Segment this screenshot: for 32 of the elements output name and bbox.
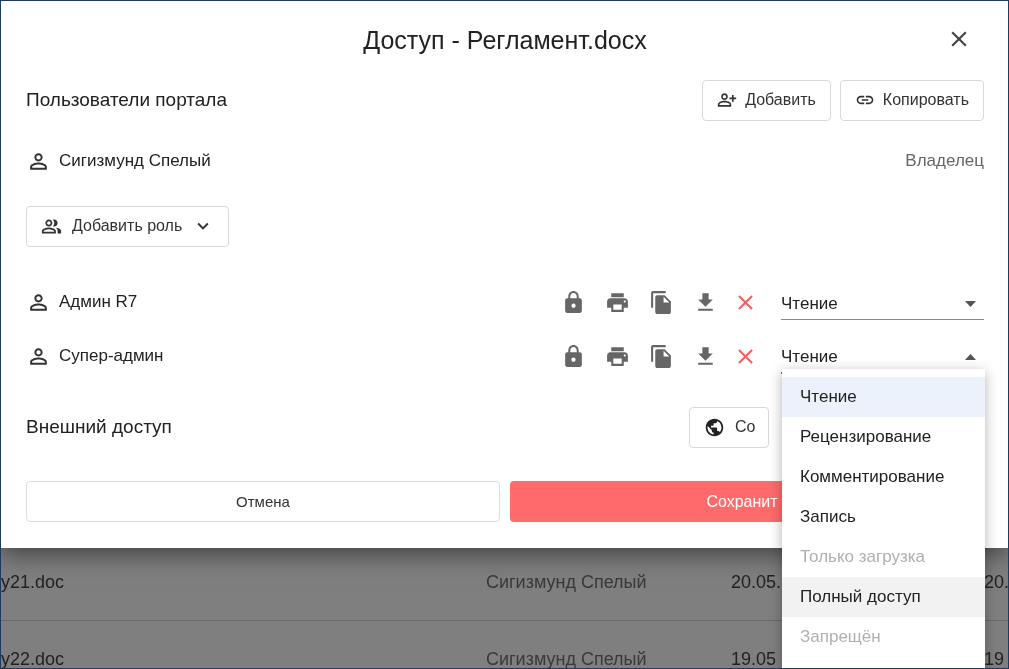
dialog-title: Доступ - Регламент.docx xyxy=(363,25,647,55)
cancel-button[interactable]: Отмена xyxy=(26,481,500,522)
menu-option[interactable]: Комментирование xyxy=(782,457,985,497)
user-name: Супер-админ xyxy=(59,346,164,366)
add-role-button[interactable]: Добавить роль xyxy=(26,205,230,247)
menu-option[interactable]: Полный доступ xyxy=(782,577,985,617)
external-access-button[interactable]: Со xyxy=(689,406,769,448)
file-copy-icon[interactable] xyxy=(649,343,674,369)
date-text: 20. xyxy=(984,571,1008,593)
author-name: Сигизмунд Спелый xyxy=(486,648,648,668)
section-label: Пользователи портала xyxy=(26,89,227,111)
menu-option[interactable]: Рецензирование xyxy=(782,417,985,457)
section-label: Внешний доступ xyxy=(26,416,172,438)
owner-role: Владелец xyxy=(905,151,984,171)
menu-option[interactable]: Чтение xyxy=(782,377,985,417)
user-name: Сигизмунд Спелый xyxy=(59,151,211,171)
file-name: y21.doc xyxy=(1,571,66,593)
caret-down-icon xyxy=(965,300,976,307)
date-text: 20.05. xyxy=(731,571,783,593)
file-copy-icon[interactable] xyxy=(649,289,674,315)
user-name: Админ R7 xyxy=(59,292,138,312)
permission-select[interactable]: Чтение xyxy=(781,284,984,320)
date-text: 19 xyxy=(984,648,1006,668)
menu-option[interactable]: Запись xyxy=(782,497,985,537)
add-person-icon xyxy=(717,90,738,110)
add-button[interactable]: Добавить xyxy=(702,79,831,121)
date-text: 19.05 xyxy=(731,648,778,668)
copy-button[interactable]: Копировать xyxy=(839,79,984,121)
file-name: y22.doc xyxy=(1,648,66,668)
author-name: Сигизмунд Спелый xyxy=(486,571,648,593)
caret-up-icon xyxy=(965,354,976,360)
globe-icon xyxy=(704,416,725,438)
